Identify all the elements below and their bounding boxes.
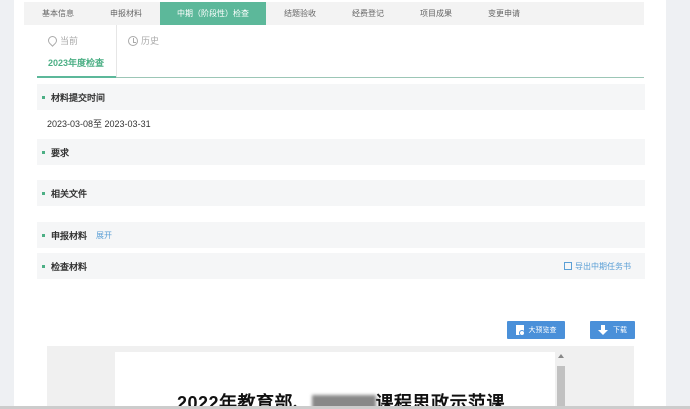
section-bullet-icon <box>42 95 45 99</box>
inspection-subtabs: 当前 2023年度检查 历史 <box>37 25 644 78</box>
main-tab-bar: 基本信息 申报材料 中期（阶段性）检查 结题验收 经费登记 项目成果 变更申请 <box>24 2 644 25</box>
section-title: 相关文件 <box>51 188 88 199</box>
tab-change-request[interactable]: 变更申请 <box>470 2 538 25</box>
section-bullet-icon <box>42 264 45 268</box>
section-application-materials: 申报材料 展开 <box>37 222 645 248</box>
history-clock-icon <box>128 35 138 46</box>
section-related-files: 相关文件 <box>37 180 645 206</box>
submit-time-value: 2023-03-08至 2023-03-31 <box>47 119 151 129</box>
tab-funding-registration[interactable]: 经费登记 <box>334 2 402 25</box>
tab-project-results[interactable]: 项目成果 <box>402 2 470 25</box>
tab-midterm-inspection[interactable]: 中期（阶段性）检查 <box>160 2 266 25</box>
document-page: 2022年教育部、 课程思政示范课 <box>115 352 555 409</box>
location-pin-icon <box>46 34 59 47</box>
section-title: 检查材料 <box>51 261 88 272</box>
section-submit-time: 材料提交时间 <box>37 84 645 110</box>
scroll-up-arrow-icon[interactable] <box>558 354 564 358</box>
section-bullet-icon <box>42 150 45 154</box>
document-viewer[interactable]: 2022年教育部、 课程思政示范课 <box>47 346 634 409</box>
subtab-current-label: 当前 <box>60 36 79 46</box>
view-large-label: 大预览查 <box>528 327 557 334</box>
subtab-history-label: 历史 <box>141 36 160 46</box>
export-icon <box>564 262 572 270</box>
export-label: 导出中期任务书 <box>575 261 631 271</box>
section-title: 申报材料 <box>51 230 88 241</box>
download-button[interactable]: 下载 <box>590 321 635 339</box>
export-midterm-link[interactable]: 导出中期任务书 <box>564 261 631 272</box>
subtab-current[interactable]: 当前 2023年度检查 <box>37 25 117 78</box>
scrollbar-thumb[interactable] <box>557 366 565 409</box>
section-bullet-icon <box>42 191 45 195</box>
subtab-year-label[interactable]: 2023年度检查 <box>48 56 116 69</box>
document-search-icon <box>515 325 525 336</box>
tab-application-materials[interactable]: 申报材料 <box>92 2 160 25</box>
subtab-history[interactable]: 历史 <box>117 25 197 77</box>
section-requirements: 要求 <box>37 139 645 165</box>
viewer-scrollbar[interactable] <box>556 352 566 409</box>
download-label: 下载 <box>613 327 627 334</box>
download-arrow-icon <box>598 325 608 335</box>
expand-link[interactable]: 展开 <box>96 230 112 241</box>
tab-basic-info[interactable]: 基本信息 <box>24 2 92 25</box>
section-title: 要求 <box>51 147 70 158</box>
tab-final-acceptance[interactable]: 结题验收 <box>266 2 334 25</box>
section-title: 材料提交时间 <box>51 92 106 103</box>
view-large-button[interactable]: 大预览查 <box>507 321 565 339</box>
section-inspection-materials: 检查材料 导出中期任务书 <box>37 253 645 279</box>
section-bullet-icon <box>42 233 45 237</box>
